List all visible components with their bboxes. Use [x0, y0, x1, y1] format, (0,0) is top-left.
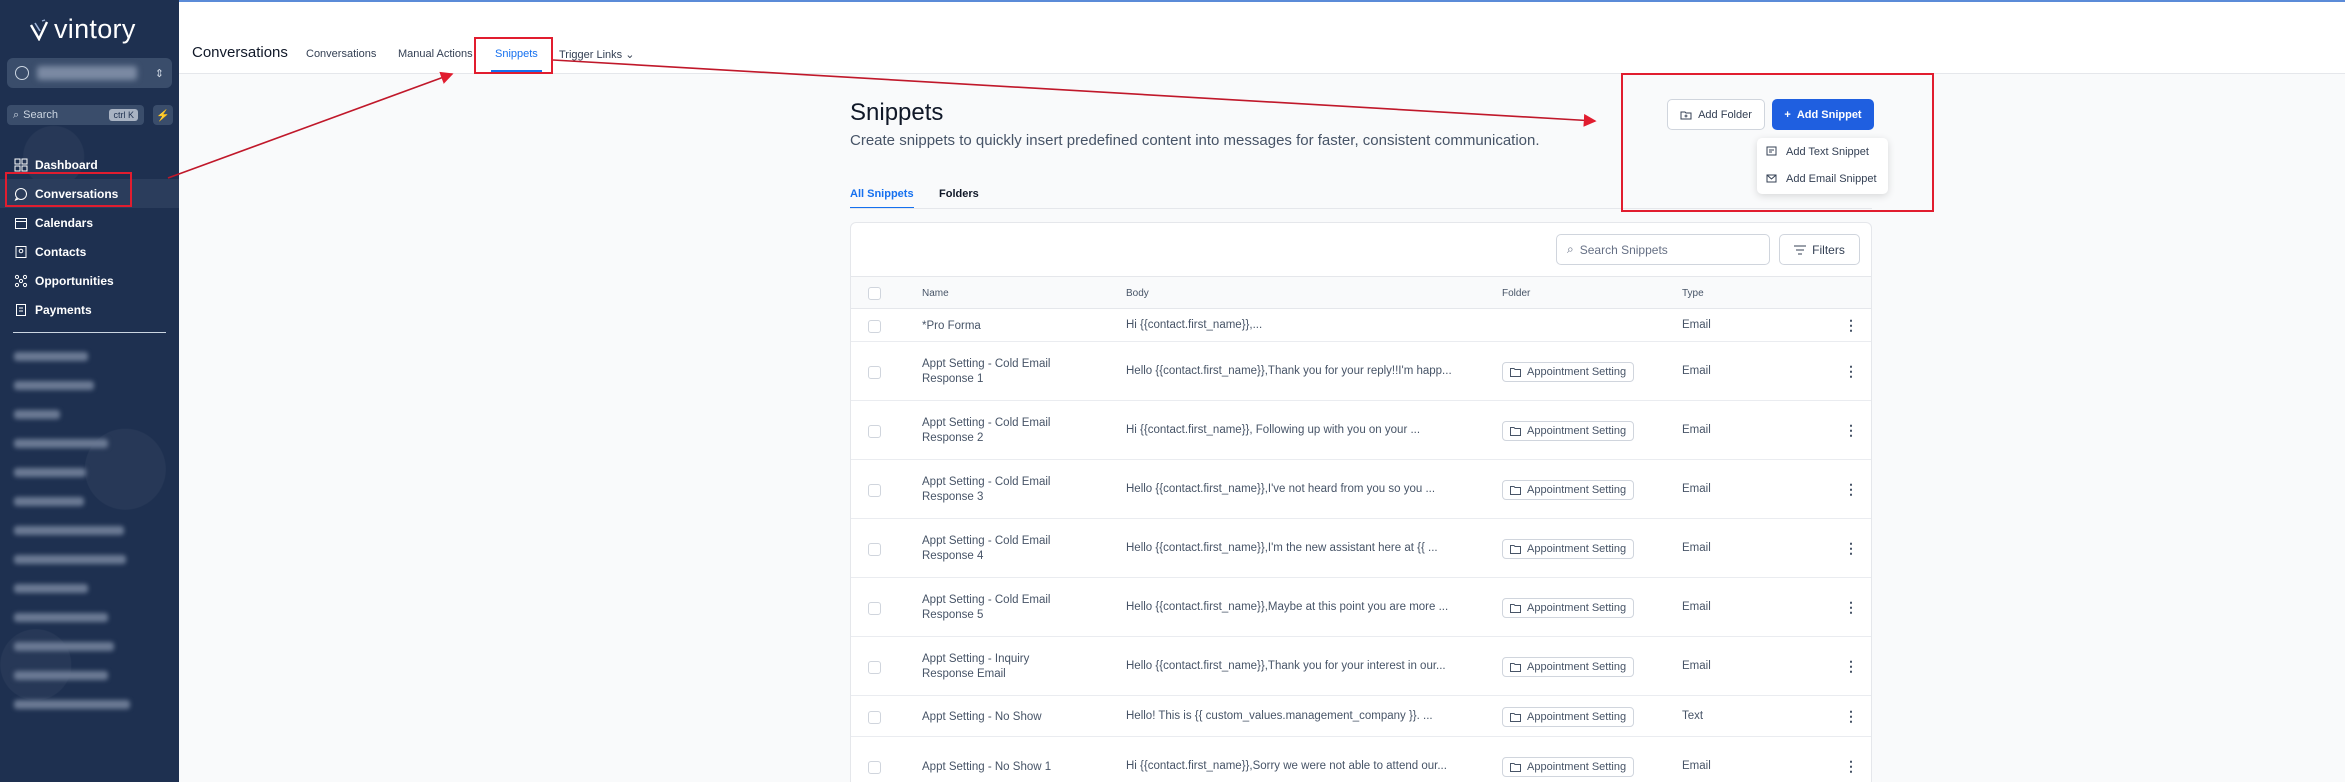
more-actions-icon[interactable]: ⋮ [1844, 599, 1858, 616]
table-row[interactable]: Appt Setting - Cold Email Response 5 Hell… [851, 578, 1871, 637]
table-row[interactable]: Appt Setting - Cold Email Response 4 Hell… [851, 519, 1871, 578]
folder-badge-label: Appointment Setting [1527, 601, 1627, 614]
snippet-name[interactable]: *Pro Forma [922, 319, 1072, 334]
snippet-name[interactable]: Appt Setting - No Show [922, 710, 1072, 725]
row-checkbox[interactable] [868, 601, 881, 615]
folder-badge: Appointment Setting [1502, 420, 1635, 441]
arrow-conversations-to-snippets [167, 71, 454, 179]
snippet-type: Email [1682, 600, 1711, 613]
row-checkbox[interactable] [868, 660, 881, 674]
more-actions-icon[interactable]: ⋮ [1844, 481, 1858, 498]
column-header-type[interactable]: Type [1682, 288, 1704, 299]
column-header-name[interactable]: Name [922, 288, 949, 299]
snippet-name[interactable]: Appt Setting - Inquiry Response Email [922, 652, 1072, 682]
folder-badge-label: Appointment Setting [1527, 660, 1627, 673]
folder-icon [1510, 712, 1521, 722]
snippet-type: Email [1682, 423, 1711, 436]
filters-button[interactable]: Filters [1779, 234, 1860, 265]
more-actions-icon[interactable]: ⋮ [1844, 540, 1858, 557]
snippet-name[interactable]: Appt Setting - Cold Email Response 2 [922, 416, 1072, 446]
table-row[interactable]: Appt Setting - Cold Email Response 3 Hell… [851, 460, 1871, 519]
snippet-type: Email [1682, 364, 1711, 377]
column-header-body[interactable]: Body [1126, 288, 1149, 299]
snippet-body: Hello! This is {{ custom_values.manageme… [1126, 709, 1433, 722]
filter-lines-icon [1794, 245, 1807, 254]
snippet-name[interactable]: Appt Setting - Cold Email Response 5 [922, 593, 1072, 623]
folder-badge: Appointment Setting [1502, 597, 1635, 618]
snippet-type: Email [1682, 541, 1711, 554]
folder-badge-label: Appointment Setting [1527, 542, 1627, 555]
snippet-type: Text [1682, 709, 1704, 722]
folder-icon [1510, 485, 1521, 495]
snippet-body: Hello {{contact.first_name}},Thank you f… [1126, 659, 1446, 672]
search-snippets-input[interactable]: ⌕ Search Snippets [1556, 234, 1770, 265]
folder-icon [1510, 367, 1521, 377]
column-header-folder[interactable]: Folder [1502, 288, 1530, 299]
snippet-name[interactable]: Appt Setting - Cold Email Response 3 [922, 475, 1072, 505]
arrow-snippets-to-add-button [552, 59, 1597, 127]
more-actions-icon[interactable]: ⋮ [1844, 363, 1858, 380]
table-row[interactable]: Appt Setting - No Show Hello! This is {{ … [851, 696, 1871, 737]
table-row[interactable]: Appt Setting - No Show 1 Hi {{contact.fir… [851, 737, 1871, 782]
snippet-body: Hi {{contact.first_name}},Sorry we were … [1126, 759, 1447, 772]
more-actions-icon[interactable]: ⋮ [1844, 708, 1858, 725]
snippet-body: Hi {{contact.first_name}},... [1126, 318, 1263, 331]
select-all-checkbox[interactable] [868, 287, 881, 300]
search-snippets-placeholder: Search Snippets [1579, 242, 1668, 257]
more-actions-icon[interactable]: ⋮ [1844, 758, 1858, 775]
more-actions-icon[interactable]: ⋮ [1844, 658, 1858, 675]
row-checkbox[interactable] [868, 483, 881, 497]
snippet-body: Hi {{contact.first_name}}, Following up … [1126, 423, 1421, 436]
folder-icon [1510, 762, 1521, 772]
row-checkbox[interactable] [868, 710, 881, 724]
row-checkbox[interactable] [868, 424, 881, 438]
folder-badge-label: Appointment Setting [1527, 710, 1627, 723]
folder-icon [1510, 426, 1521, 436]
snippet-name[interactable]: Appt Setting - Cold Email Response 1 [922, 357, 1072, 387]
row-checkbox[interactable] [868, 319, 881, 333]
folder-badge: Appointment Setting [1502, 706, 1635, 727]
folder-badge: Appointment Setting [1502, 656, 1635, 677]
table-header: Name Body Folder Type [851, 276, 1871, 309]
more-actions-icon[interactable]: ⋮ [1844, 317, 1858, 334]
folder-badge-label: Appointment Setting [1527, 424, 1627, 437]
snippet-type: Email [1682, 318, 1711, 331]
folder-badge-label: Appointment Setting [1527, 365, 1627, 378]
more-actions-icon[interactable]: ⋮ [1844, 422, 1858, 439]
row-checkbox[interactable] [868, 542, 881, 556]
snippet-body: Hello {{contact.first_name}},Maybe at th… [1126, 600, 1449, 613]
folder-icon [1510, 603, 1521, 613]
filters-label: Filters [1812, 242, 1845, 257]
snippet-name[interactable]: Appt Setting - Cold Email Response 4 [922, 534, 1072, 564]
table-row[interactable]: *Pro Forma Hi {{contact.first_name}},... E… [851, 309, 1871, 342]
folder-badge: Appointment Setting [1502, 756, 1635, 777]
snippet-body: Hello {{contact.first_name}},I'm the new… [1126, 541, 1438, 554]
folder-icon [1510, 544, 1521, 554]
snippet-type: Email [1682, 759, 1711, 772]
table-row[interactable]: Appt Setting - Cold Email Response 2 Hi {… [851, 401, 1871, 460]
snippet-body: Hello {{contact.first_name}},Thank you f… [1126, 364, 1452, 377]
search-icon: ⌕ [1567, 242, 1574, 256]
folder-badge: Appointment Setting [1502, 538, 1635, 559]
snippets-table-card: ⌕ Search Snippets Filters Name Body Fold… [850, 222, 1872, 782]
table-row[interactable]: Appt Setting - Inquiry Response Email Hel… [851, 637, 1871, 696]
folder-badge: Appointment Setting [1502, 361, 1635, 382]
snippet-type: Email [1682, 659, 1711, 672]
folder-badge-label: Appointment Setting [1527, 483, 1627, 496]
folder-icon [1510, 662, 1521, 672]
folder-badge: Appointment Setting [1502, 479, 1635, 500]
row-checkbox[interactable] [868, 760, 881, 774]
snippet-name[interactable]: Appt Setting - No Show 1 [922, 760, 1072, 775]
row-checkbox[interactable] [868, 365, 881, 379]
table-row[interactable]: Appt Setting - Cold Email Response 1 Hell… [851, 342, 1871, 401]
snippet-body: Hello {{contact.first_name}},I've not he… [1126, 482, 1436, 495]
folder-badge-label: Appointment Setting [1527, 760, 1627, 773]
snippet-type: Email [1682, 482, 1711, 495]
